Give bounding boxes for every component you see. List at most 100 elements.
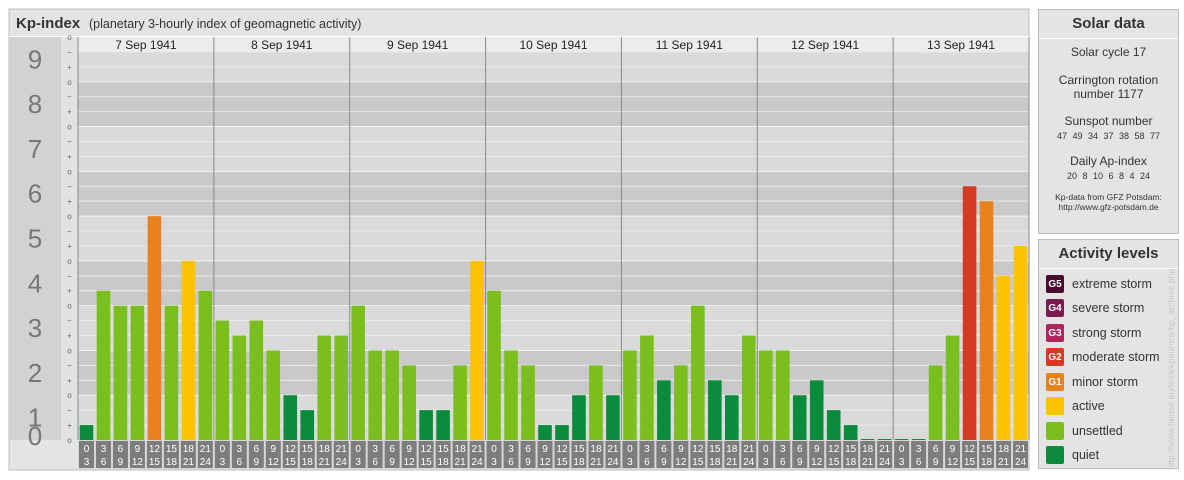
level-label: unsettled bbox=[1072, 424, 1123, 438]
interval-end-label: 9 bbox=[118, 457, 124, 468]
minor-tick-o: o bbox=[67, 212, 72, 221]
interval-start-label: 3 bbox=[372, 444, 378, 455]
level-unsettled-swatch bbox=[1046, 422, 1064, 440]
interval-end-label: 15 bbox=[828, 457, 840, 468]
kp-bar bbox=[130, 305, 145, 440]
kp-bar bbox=[555, 425, 569, 440]
kp-bar bbox=[623, 350, 637, 440]
y-tick-label: 5 bbox=[28, 224, 42, 254]
minor-tick-minus: − bbox=[67, 48, 72, 57]
interval-end-label: 12 bbox=[811, 457, 823, 468]
interval-end-label: 24 bbox=[607, 457, 619, 468]
kp-bar bbox=[674, 365, 688, 440]
kp-bar bbox=[283, 395, 298, 440]
minor-tick-minus: − bbox=[67, 182, 72, 191]
kp-bar bbox=[215, 320, 230, 440]
interval-start-label: 18 bbox=[319, 444, 331, 455]
minor-tick-o: o bbox=[67, 78, 72, 87]
interval-start-label: 15 bbox=[166, 444, 178, 455]
interval-start-label: 21 bbox=[200, 444, 212, 455]
interval-start-label: 15 bbox=[981, 444, 993, 455]
interval-start-label: 12 bbox=[964, 444, 976, 455]
level-quiet-swatch bbox=[1046, 446, 1064, 464]
minor-tick-plus: + bbox=[67, 421, 72, 430]
kp-bar bbox=[843, 425, 858, 440]
interval-end-label: 18 bbox=[981, 457, 993, 468]
minor-tick-o: o bbox=[67, 346, 72, 355]
kp-bar bbox=[606, 395, 620, 440]
interval-start-label: 18 bbox=[998, 444, 1010, 455]
interval-end-label: 6 bbox=[237, 457, 243, 468]
day-label: 8 Sep 1941 bbox=[251, 38, 313, 52]
interval-start-label: 6 bbox=[797, 444, 803, 455]
y-tick-label: 8 bbox=[28, 89, 42, 119]
kp-bar bbox=[589, 365, 603, 440]
level-label: minor storm bbox=[1072, 375, 1138, 389]
kp-bar bbox=[826, 410, 841, 440]
interval-end-label: 6 bbox=[508, 457, 514, 468]
interval-end-label: 18 bbox=[302, 457, 314, 468]
interval-end-label: 15 bbox=[692, 457, 704, 468]
minor-tick-plus: + bbox=[67, 242, 72, 251]
kp-bar bbox=[96, 290, 111, 440]
kp-bar bbox=[147, 216, 162, 440]
level-label: moderate storm bbox=[1072, 350, 1160, 364]
activity-levels-panel: Activity levels G5 extreme storm G4 seve… bbox=[1038, 239, 1179, 469]
minor-tick-plus: + bbox=[67, 63, 72, 72]
kp-bar bbox=[877, 439, 892, 440]
carrington-line2: number 1177 bbox=[1073, 87, 1144, 101]
kp-bar bbox=[368, 350, 382, 440]
interval-end-label: 12 bbox=[268, 457, 280, 468]
interval-start-label: 9 bbox=[950, 444, 956, 455]
interval-end-label: 9 bbox=[933, 457, 939, 468]
kp-bar bbox=[266, 350, 281, 440]
interval-start-label: 12 bbox=[828, 444, 840, 455]
y-tick-label: 3 bbox=[28, 313, 42, 343]
interval-start-label: 21 bbox=[607, 444, 619, 455]
kp-bar bbox=[538, 425, 552, 440]
kp-bar bbox=[775, 350, 790, 440]
interval-end-label: 6 bbox=[644, 457, 650, 468]
interval-start-label: 0 bbox=[491, 444, 497, 455]
kp-bar bbox=[419, 410, 433, 440]
kp-bar bbox=[809, 380, 824, 440]
day-label: 12 Sep 1941 bbox=[791, 38, 859, 52]
interval-end-label: 12 bbox=[947, 457, 959, 468]
chart-subtitle: (planetary 3-hourly index of geomagnetic… bbox=[89, 17, 361, 31]
interval-start-label: 12 bbox=[556, 444, 568, 455]
interval-end-label: 12 bbox=[404, 457, 416, 468]
kp-bar bbox=[962, 186, 977, 440]
kp-bar bbox=[300, 410, 315, 440]
interval-end-label: 21 bbox=[183, 457, 195, 468]
level-label: severe storm bbox=[1072, 301, 1145, 315]
y-tick-label: 2 bbox=[28, 358, 42, 388]
interval-start-label: 12 bbox=[285, 444, 297, 455]
kp-bar bbox=[198, 290, 213, 440]
interval-end-label: 21 bbox=[862, 457, 874, 468]
interval-end-label: 15 bbox=[421, 457, 433, 468]
credit-line1: Kp-data from GFZ Potsdam: bbox=[1055, 192, 1162, 202]
minor-tick-o: o bbox=[67, 391, 72, 400]
interval-start-label: 18 bbox=[183, 444, 195, 455]
level-severe-storm: G4 severe storm bbox=[1046, 298, 1144, 318]
minor-tick-o: o bbox=[67, 436, 72, 445]
y-tick-label: 1 bbox=[28, 403, 42, 433]
interval-start-label: 9 bbox=[406, 444, 412, 455]
kp-bar bbox=[792, 395, 807, 440]
interval-end-label: 24 bbox=[200, 457, 212, 468]
kp-bar bbox=[113, 305, 128, 440]
kp-bar bbox=[572, 395, 586, 440]
level-active: active bbox=[1046, 396, 1105, 416]
interval-end-label: 18 bbox=[709, 457, 721, 468]
kp-band bbox=[78, 216, 1029, 261]
interval-end-label: 15 bbox=[285, 457, 297, 468]
interval-start-label: 3 bbox=[508, 444, 514, 455]
kp-bar bbox=[996, 275, 1011, 440]
interval-start-label: 9 bbox=[542, 444, 548, 455]
carrington-line1: Carrington rotation bbox=[1058, 73, 1159, 87]
interval-end-label: 6 bbox=[101, 457, 107, 468]
kp-bar bbox=[691, 305, 705, 440]
interval-end-label: 24 bbox=[336, 457, 348, 468]
minor-tick-o: o bbox=[67, 123, 72, 132]
kp-bar bbox=[708, 380, 722, 440]
